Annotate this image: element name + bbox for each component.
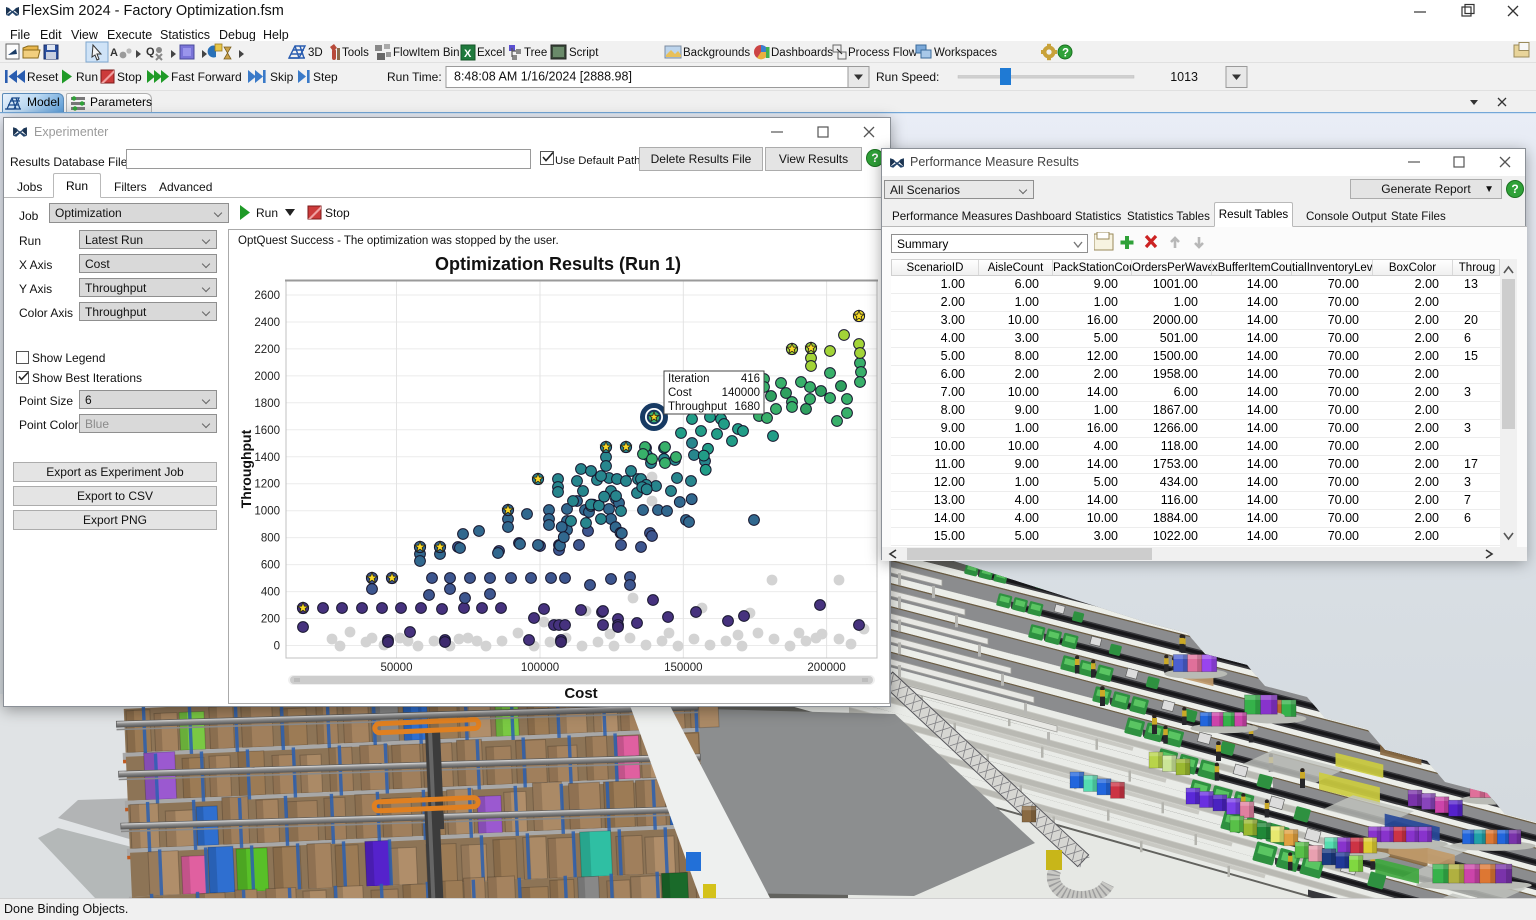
svg-text:1680: 1680 — [734, 401, 760, 413]
svg-text:1013: 1013 — [1170, 70, 1198, 84]
svg-text:?: ? — [1062, 48, 1069, 60]
svg-text:Throughput: Throughput — [241, 429, 254, 508]
svg-text:416: 416 — [741, 373, 760, 385]
svg-text:Iteration: Iteration — [668, 373, 710, 385]
svg-text:Step: Step — [313, 70, 338, 84]
svg-text:X: X — [464, 48, 472, 60]
svg-text:Run Time:: Run Time: — [387, 70, 442, 84]
svg-text:Cost: Cost — [668, 387, 692, 399]
svg-text:Reset: Reset — [27, 70, 59, 84]
svg-text:1600: 1600 — [254, 425, 280, 437]
svg-text:2200: 2200 — [254, 344, 280, 356]
svg-text:0: 0 — [274, 641, 280, 653]
svg-text:Excel: Excel — [477, 47, 505, 59]
svg-text:Q: Q — [146, 46, 155, 58]
svg-text:600: 600 — [261, 560, 280, 572]
svg-text:1800: 1800 — [254, 398, 280, 410]
svg-text:8:48:08 AM 1/16/2024 [2888.9: 8:48:08 AM 1/16/2024 [2888.98] — [454, 70, 632, 84]
svg-text:3D: 3D — [308, 47, 323, 59]
svg-text:Tree: Tree — [524, 47, 547, 59]
svg-text:150000: 150000 — [664, 662, 702, 674]
svg-text:Run: Run — [76, 70, 98, 84]
svg-text:Cost: Cost — [564, 685, 597, 701]
svg-text:400: 400 — [261, 587, 280, 599]
svg-text:2000: 2000 — [254, 371, 280, 383]
svg-text:140000: 140000 — [722, 387, 760, 399]
svg-text:Stop: Stop — [117, 70, 142, 84]
svg-text:A: A — [110, 47, 118, 59]
svg-text:Stop: Stop — [325, 206, 350, 220]
svg-text:Script: Script — [569, 47, 599, 59]
svg-text:Workspaces: Workspaces — [934, 47, 997, 59]
svg-text:Dashboards: Dashboards — [771, 47, 833, 59]
svg-text:800: 800 — [261, 533, 280, 545]
svg-text:200: 200 — [261, 614, 280, 626]
svg-text:Throughput: Throughput — [668, 401, 728, 413]
svg-text:50000: 50000 — [381, 662, 413, 674]
svg-text:Run: Run — [256, 206, 278, 220]
svg-text:Fast Forward: Fast Forward — [171, 70, 242, 84]
svg-text:200000: 200000 — [807, 662, 845, 674]
svg-text:1000: 1000 — [254, 506, 280, 518]
svg-text:1400: 1400 — [254, 452, 280, 464]
svg-text:Backgrounds: Backgrounds — [683, 47, 750, 59]
svg-text:Skip: Skip — [270, 70, 294, 84]
svg-text:2400: 2400 — [254, 317, 280, 329]
svg-text:1200: 1200 — [254, 479, 280, 491]
svg-text:Tools: Tools — [342, 47, 369, 59]
svg-text:Process Flow: Process Flow — [848, 47, 918, 59]
svg-text:Run Speed:: Run Speed: — [876, 70, 939, 84]
svg-text:FlowItem Bin: FlowItem Bin — [393, 47, 459, 59]
svg-text:2600: 2600 — [254, 290, 280, 302]
svg-text:100000: 100000 — [521, 662, 559, 674]
